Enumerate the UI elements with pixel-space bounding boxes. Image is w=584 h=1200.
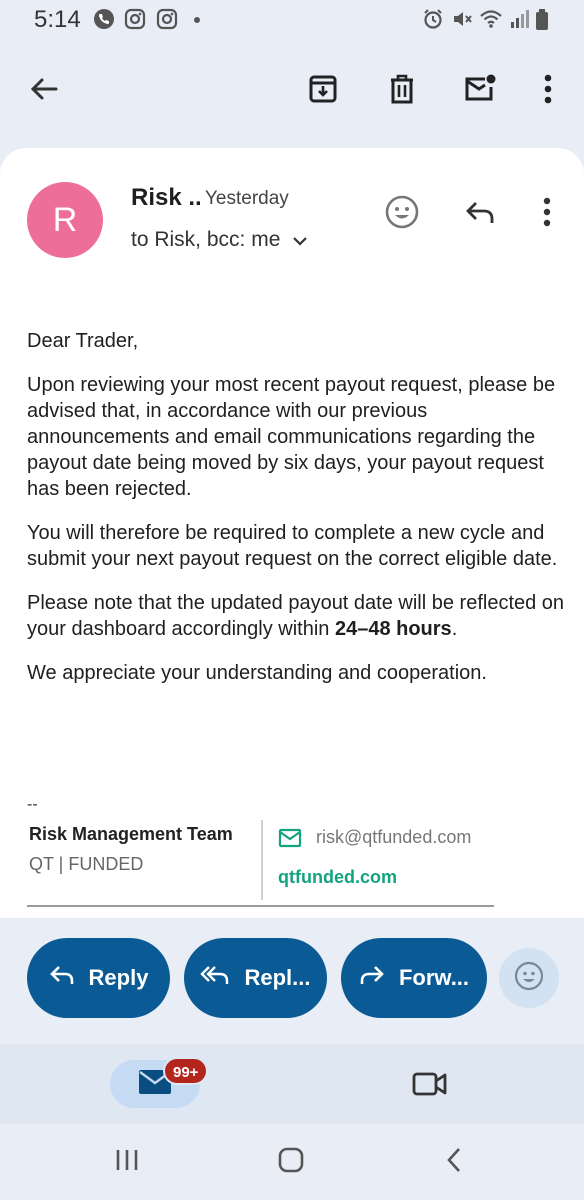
instagram-icon	[124, 8, 146, 30]
system-navigation	[0, 1124, 584, 1200]
archive-icon	[307, 73, 339, 110]
chevron-down-icon	[280, 228, 308, 252]
mail-icon	[278, 828, 302, 853]
alarm-icon	[422, 8, 444, 30]
home-button[interactable]	[271, 1142, 311, 1182]
signature-company: QT | FUNDED	[29, 854, 144, 874]
chevron-left-icon	[444, 1146, 464, 1179]
body-paragraph: Upon reviewing your most recent payout r…	[27, 374, 556, 500]
instagram-icon	[156, 8, 178, 30]
battery-icon	[533, 8, 555, 30]
email-date: Yesterday	[205, 188, 289, 209]
sender-avatar[interactable]: R	[27, 182, 103, 258]
reply-label: Reply	[88, 965, 149, 990]
signature-divider	[261, 820, 263, 900]
reply-all-icon	[200, 964, 244, 992]
recent-apps-button[interactable]	[107, 1142, 147, 1182]
system-back-button[interactable]	[434, 1142, 474, 1182]
nav-meet-tab[interactable]	[410, 1066, 450, 1106]
phone-call-icon	[93, 8, 115, 30]
body-paragraph: You will therefore be required to comple…	[27, 522, 558, 570]
reply-header-button[interactable]	[460, 194, 500, 234]
video-camera-icon	[412, 1071, 448, 1102]
body-paragraph: Please note that the updated payout date…	[27, 592, 565, 640]
notification-dot	[194, 17, 200, 23]
sender-name[interactable]: Risk ..	[131, 184, 202, 212]
more-vert-icon	[543, 74, 553, 109]
email-body: Dear Trader, Upon reviewing your most re…	[27, 328, 567, 704]
signature-separator: --	[27, 796, 38, 813]
signature-team: Risk Management Team	[29, 824, 233, 844]
signature-email-link[interactable]: risk@qtfunded.com	[316, 827, 471, 848]
status-bar: 5:14	[0, 0, 584, 40]
message-more-button[interactable]	[527, 194, 567, 234]
forward-label: Forw...	[398, 965, 470, 990]
emoji-icon	[385, 195, 419, 234]
recipients-text: to Risk, bcc: me	[131, 228, 281, 251]
mark-unread-button[interactable]	[458, 69, 502, 113]
recipients-toggle[interactable]: to Risk, bcc: me	[131, 228, 308, 252]
add-reaction-button[interactable]	[382, 194, 422, 234]
react-button[interactable]	[499, 948, 559, 1008]
signature-website-link[interactable]: qtfunded.com	[278, 867, 397, 888]
body-paragraph: We appreciate your understanding and coo…	[27, 662, 487, 684]
status-time: 5:14	[34, 6, 81, 33]
mark-unread-icon	[463, 73, 497, 110]
recent-apps-icon	[114, 1147, 140, 1178]
wifi-icon	[479, 8, 502, 30]
forward-icon	[359, 964, 399, 992]
more-options-button[interactable]	[526, 69, 570, 113]
forward-button[interactable]: Forw...	[341, 938, 487, 1018]
body-greeting: Dear Trader,	[27, 330, 139, 352]
back-button[interactable]	[22, 69, 66, 113]
archive-button[interactable]	[301, 69, 345, 113]
email-card: R Risk .. Yesterday to Risk, bcc: me Dea…	[0, 148, 584, 918]
back-arrow-icon	[28, 73, 60, 110]
signature-underline	[27, 905, 494, 907]
more-vert-icon	[542, 197, 552, 232]
emoji-icon	[514, 961, 544, 996]
reply-icon	[49, 964, 89, 992]
delete-icon	[386, 73, 418, 110]
home-icon	[277, 1146, 305, 1179]
unread-badge: 99+	[163, 1057, 209, 1085]
email-toolbar	[0, 50, 584, 134]
reply-all-label: Repl...	[244, 965, 311, 990]
delete-button[interactable]	[380, 69, 424, 113]
signal-icon	[508, 8, 530, 30]
bottom-navigation: 99+	[0, 1044, 584, 1124]
reply-button[interactable]: Reply	[27, 938, 170, 1018]
reply-icon	[464, 199, 496, 230]
mute-icon	[451, 8, 473, 30]
reply-all-button[interactable]: Repl...	[184, 938, 327, 1018]
